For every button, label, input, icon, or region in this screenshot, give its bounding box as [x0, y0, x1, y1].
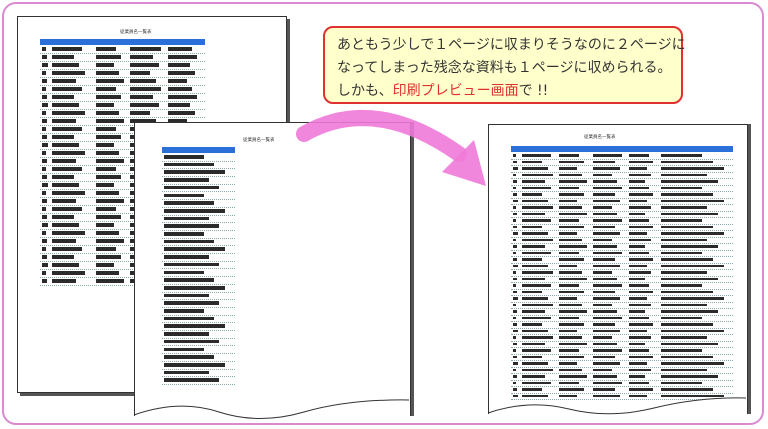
explanation-callout: あともう少しで１ページに収まりそうなのに２ページに なってしまった残念な資料も１…	[323, 26, 686, 104]
curved-arrow-icon	[296, 110, 486, 186]
callout-line-1: あともう少しで１ページに収まりそうなのに２ページに	[337, 37, 686, 53]
callout-line-2: なってしまった残念な資料も１ページに収められる。	[337, 60, 672, 76]
callout-line-3-suffix: で !!	[518, 83, 549, 99]
illustration-frame: 従業員名一覧表 従業員名一覧表 従業員名一覧表 あともう少しで１ページに収まりそ…	[2, 2, 764, 425]
print-preview-highlight: 印刷プレビュー画面	[392, 83, 519, 99]
callout-line-3-prefix: しかも、	[337, 83, 393, 99]
callout-line-3: しかも、印刷プレビュー画面で !!	[337, 80, 673, 103]
